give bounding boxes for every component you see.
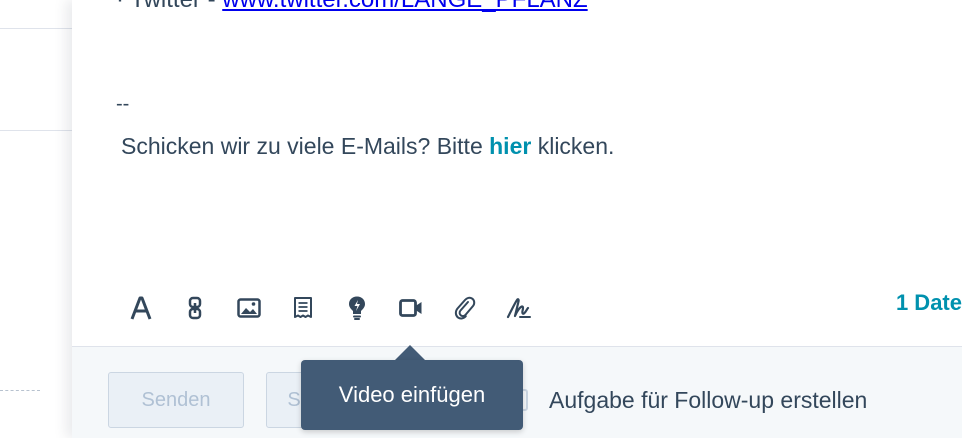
- tooltip-caret: [395, 345, 425, 360]
- left-gutter: [0, 0, 72, 438]
- video-tooltip: Video einfügen: [301, 360, 523, 430]
- unsubscribe-line: Schicken wir zu viele E-Mails? Bitte hie…: [121, 133, 614, 160]
- unsubscribe-text: Schicken wir zu viele E-Mails? Bitte: [121, 133, 490, 159]
- text-format-icon[interactable]: [128, 294, 154, 322]
- attachment-count-link[interactable]: 1 Date: [896, 290, 962, 316]
- signature-icon[interactable]: [506, 294, 532, 322]
- video-icon[interactable]: [398, 294, 424, 322]
- gutter-divider: [0, 28, 72, 29]
- twitter-link[interactable]: www.twitter.com/LANGE_PFLANZ: [222, 0, 587, 13]
- gutter-divider: [0, 130, 72, 131]
- gutter-dashed-line: [0, 390, 40, 391]
- paperclip-icon[interactable]: [452, 294, 478, 322]
- document-icon[interactable]: [290, 294, 316, 322]
- send-button[interactable]: Senden: [108, 372, 244, 428]
- twitter-prefix: · Twitter -: [116, 0, 222, 13]
- lightbulb-icon[interactable]: [344, 294, 370, 322]
- image-icon[interactable]: [236, 294, 262, 322]
- signature-separator: --: [116, 93, 130, 115]
- unsubscribe-link[interactable]: hier: [489, 133, 531, 159]
- editor-toolbar: [128, 292, 560, 324]
- link-icon[interactable]: [182, 294, 208, 322]
- email-composer-screen: · Twitter - www.twitter.com/LANGE_PFLANZ…: [0, 0, 962, 438]
- followup-task-label[interactable]: Aufgabe für Follow-up erstellen: [549, 387, 867, 414]
- twitter-signature-line: · Twitter - www.twitter.com/LANGE_PFLANZ: [116, 0, 588, 14]
- unsubscribe-text-end: klicken.: [531, 133, 615, 159]
